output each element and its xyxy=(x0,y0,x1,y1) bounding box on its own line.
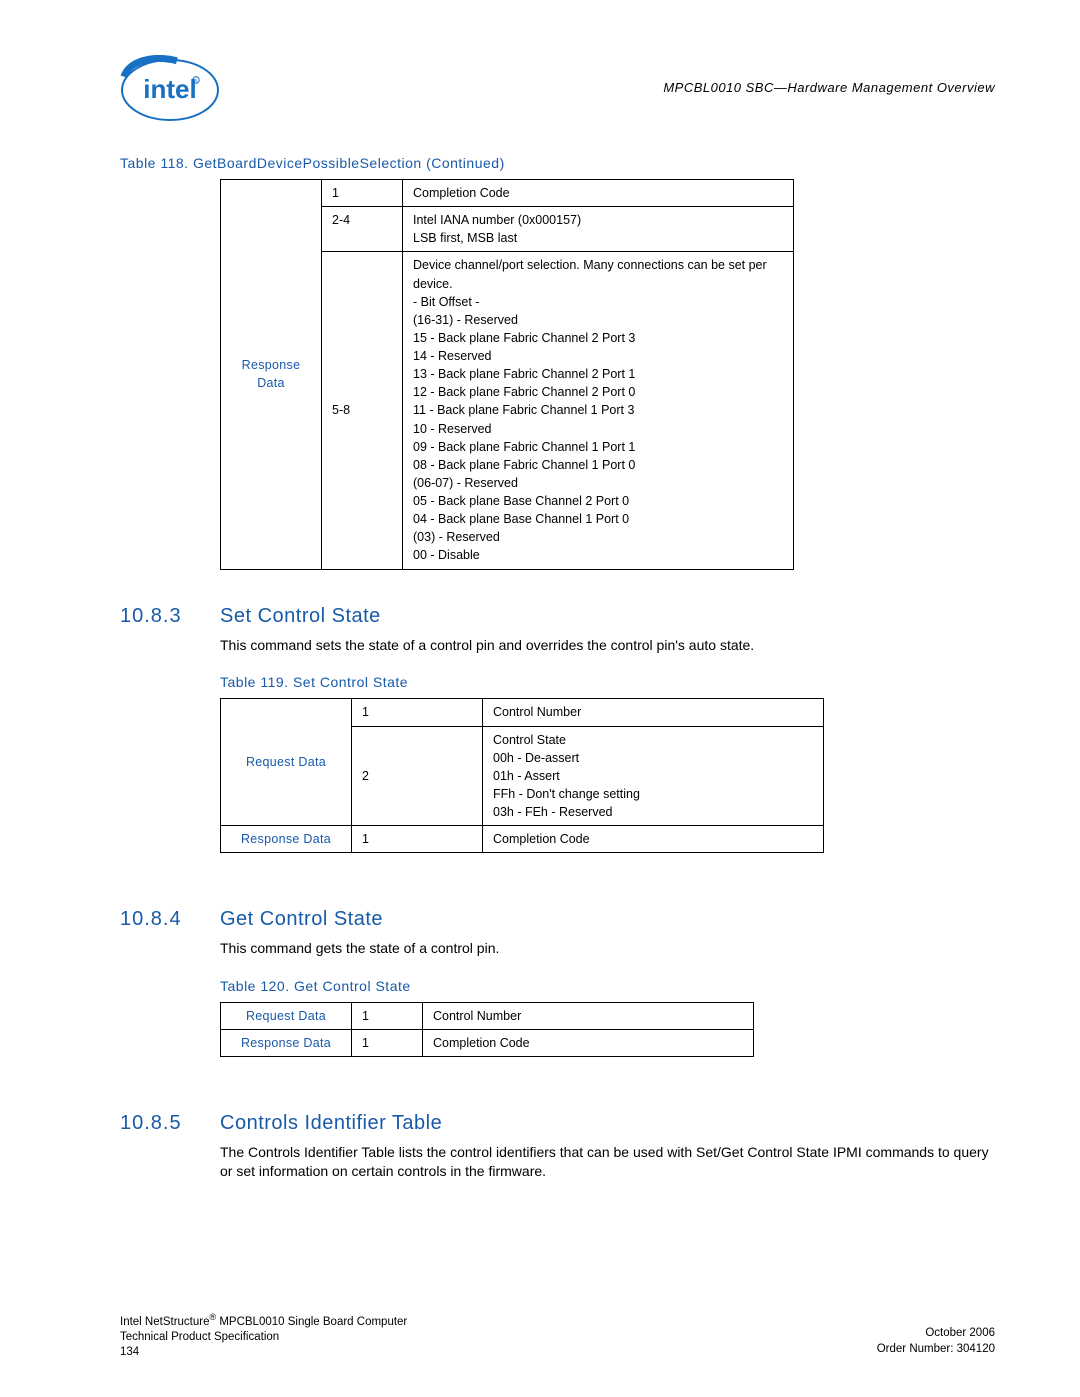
desc-cell: Control State 00h - De-assert 01h - Asse… xyxy=(483,726,824,826)
table-row: Response Data 1 Completion Code xyxy=(221,1030,754,1057)
section-10-8-4-body: This command gets the state of a control… xyxy=(220,939,995,958)
svg-text:intel: intel xyxy=(143,74,196,104)
byte-cell: 2-4 xyxy=(322,207,403,252)
table-row: Response Data 1 Completion Code xyxy=(221,180,794,207)
byte-cell: 1 xyxy=(352,826,483,853)
byte-cell: 1 xyxy=(352,1003,423,1030)
section-number: 10.8.5 xyxy=(120,1112,220,1135)
table-row: Request Data 1 Control Number xyxy=(221,699,824,726)
table-119: Request Data 1 Control Number 2 Control … xyxy=(220,698,824,853)
footer-doc-type: Technical Product Specification xyxy=(120,1330,407,1346)
intel-logo: intel R xyxy=(120,55,220,125)
section-10-8-3-body: This command sets the state of a control… xyxy=(220,636,995,655)
section-number: 10.8.4 xyxy=(120,908,220,931)
section-title: Set Control State xyxy=(220,605,381,628)
byte-cell: 5-8 xyxy=(322,252,403,569)
section-10-8-3-heading: 10.8.3 Set Control State xyxy=(120,605,995,628)
page-header: intel R MPCBL0010 SBC—Hardware Managemen… xyxy=(120,55,995,125)
desc-cell: Completion Code xyxy=(423,1030,754,1057)
byte-cell: 2 xyxy=(352,726,483,826)
desc-cell: Intel IANA number (0x000157) LSB first, … xyxy=(403,207,794,252)
section-10-8-5-body: The Controls Identifier Table lists the … xyxy=(220,1143,995,1181)
request-data-label: Request Data xyxy=(221,1003,352,1030)
byte-cell: 1 xyxy=(352,1030,423,1057)
footer-right: October 2006 Order Number: 304120 xyxy=(877,1311,995,1361)
desc-cell: Completion Code xyxy=(403,180,794,207)
request-data-label: Request Data xyxy=(221,699,352,826)
byte-cell: 1 xyxy=(322,180,403,207)
desc-cell: Device channel/port selection. Many conn… xyxy=(403,252,794,569)
section-title: Get Control State xyxy=(220,908,383,931)
table-120: Request Data 1 Control Number Response D… xyxy=(220,1002,754,1057)
table-row: Request Data 1 Control Number xyxy=(221,1003,754,1030)
section-10-8-5-heading: 10.8.5 Controls Identifier Table xyxy=(120,1112,995,1135)
response-data-label: Response Data xyxy=(221,180,322,570)
desc-cell: Control Number xyxy=(423,1003,754,1030)
desc-cell: Control Number xyxy=(483,699,824,726)
footer-product: MPCBL0010 Single Board Computer xyxy=(216,1315,407,1327)
page-footer: Intel NetStructure® MPCBL0010 Single Boa… xyxy=(120,1311,995,1361)
table-118: Response Data 1 Completion Code 2-4 Inte… xyxy=(220,179,794,570)
section-10-8-4-heading: 10.8.4 Get Control State xyxy=(120,908,995,931)
footer-date: October 2006 xyxy=(877,1326,995,1342)
table-119-caption: Table 119. Set Control State xyxy=(220,674,995,690)
section-title: Controls Identifier Table xyxy=(220,1112,442,1135)
response-data-label: Response Data xyxy=(221,826,352,853)
desc-cell: Completion Code xyxy=(483,826,824,853)
table-row: Response Data 1 Completion Code xyxy=(221,826,824,853)
footer-page-number: 134 xyxy=(120,1345,407,1361)
footer-product-line: Intel NetStructure® MPCBL0010 Single Boa… xyxy=(120,1311,407,1330)
section-number: 10.8.3 xyxy=(120,605,220,628)
footer-order-number: Order Number: 304120 xyxy=(877,1342,995,1358)
response-data-label: Response Data xyxy=(221,1030,352,1057)
document-header-title: MPCBL0010 SBC—Hardware Management Overvi… xyxy=(663,80,995,95)
table-120-caption: Table 120. Get Control State xyxy=(220,978,995,994)
byte-cell: 1 xyxy=(352,699,483,726)
footer-left: Intel NetStructure® MPCBL0010 Single Boa… xyxy=(120,1311,407,1361)
footer-brand: Intel NetStructure xyxy=(120,1315,209,1327)
page: intel R MPCBL0010 SBC—Hardware Managemen… xyxy=(0,0,1080,1397)
table-118-caption: Table 118. GetBoardDevicePossibleSelecti… xyxy=(120,155,995,171)
